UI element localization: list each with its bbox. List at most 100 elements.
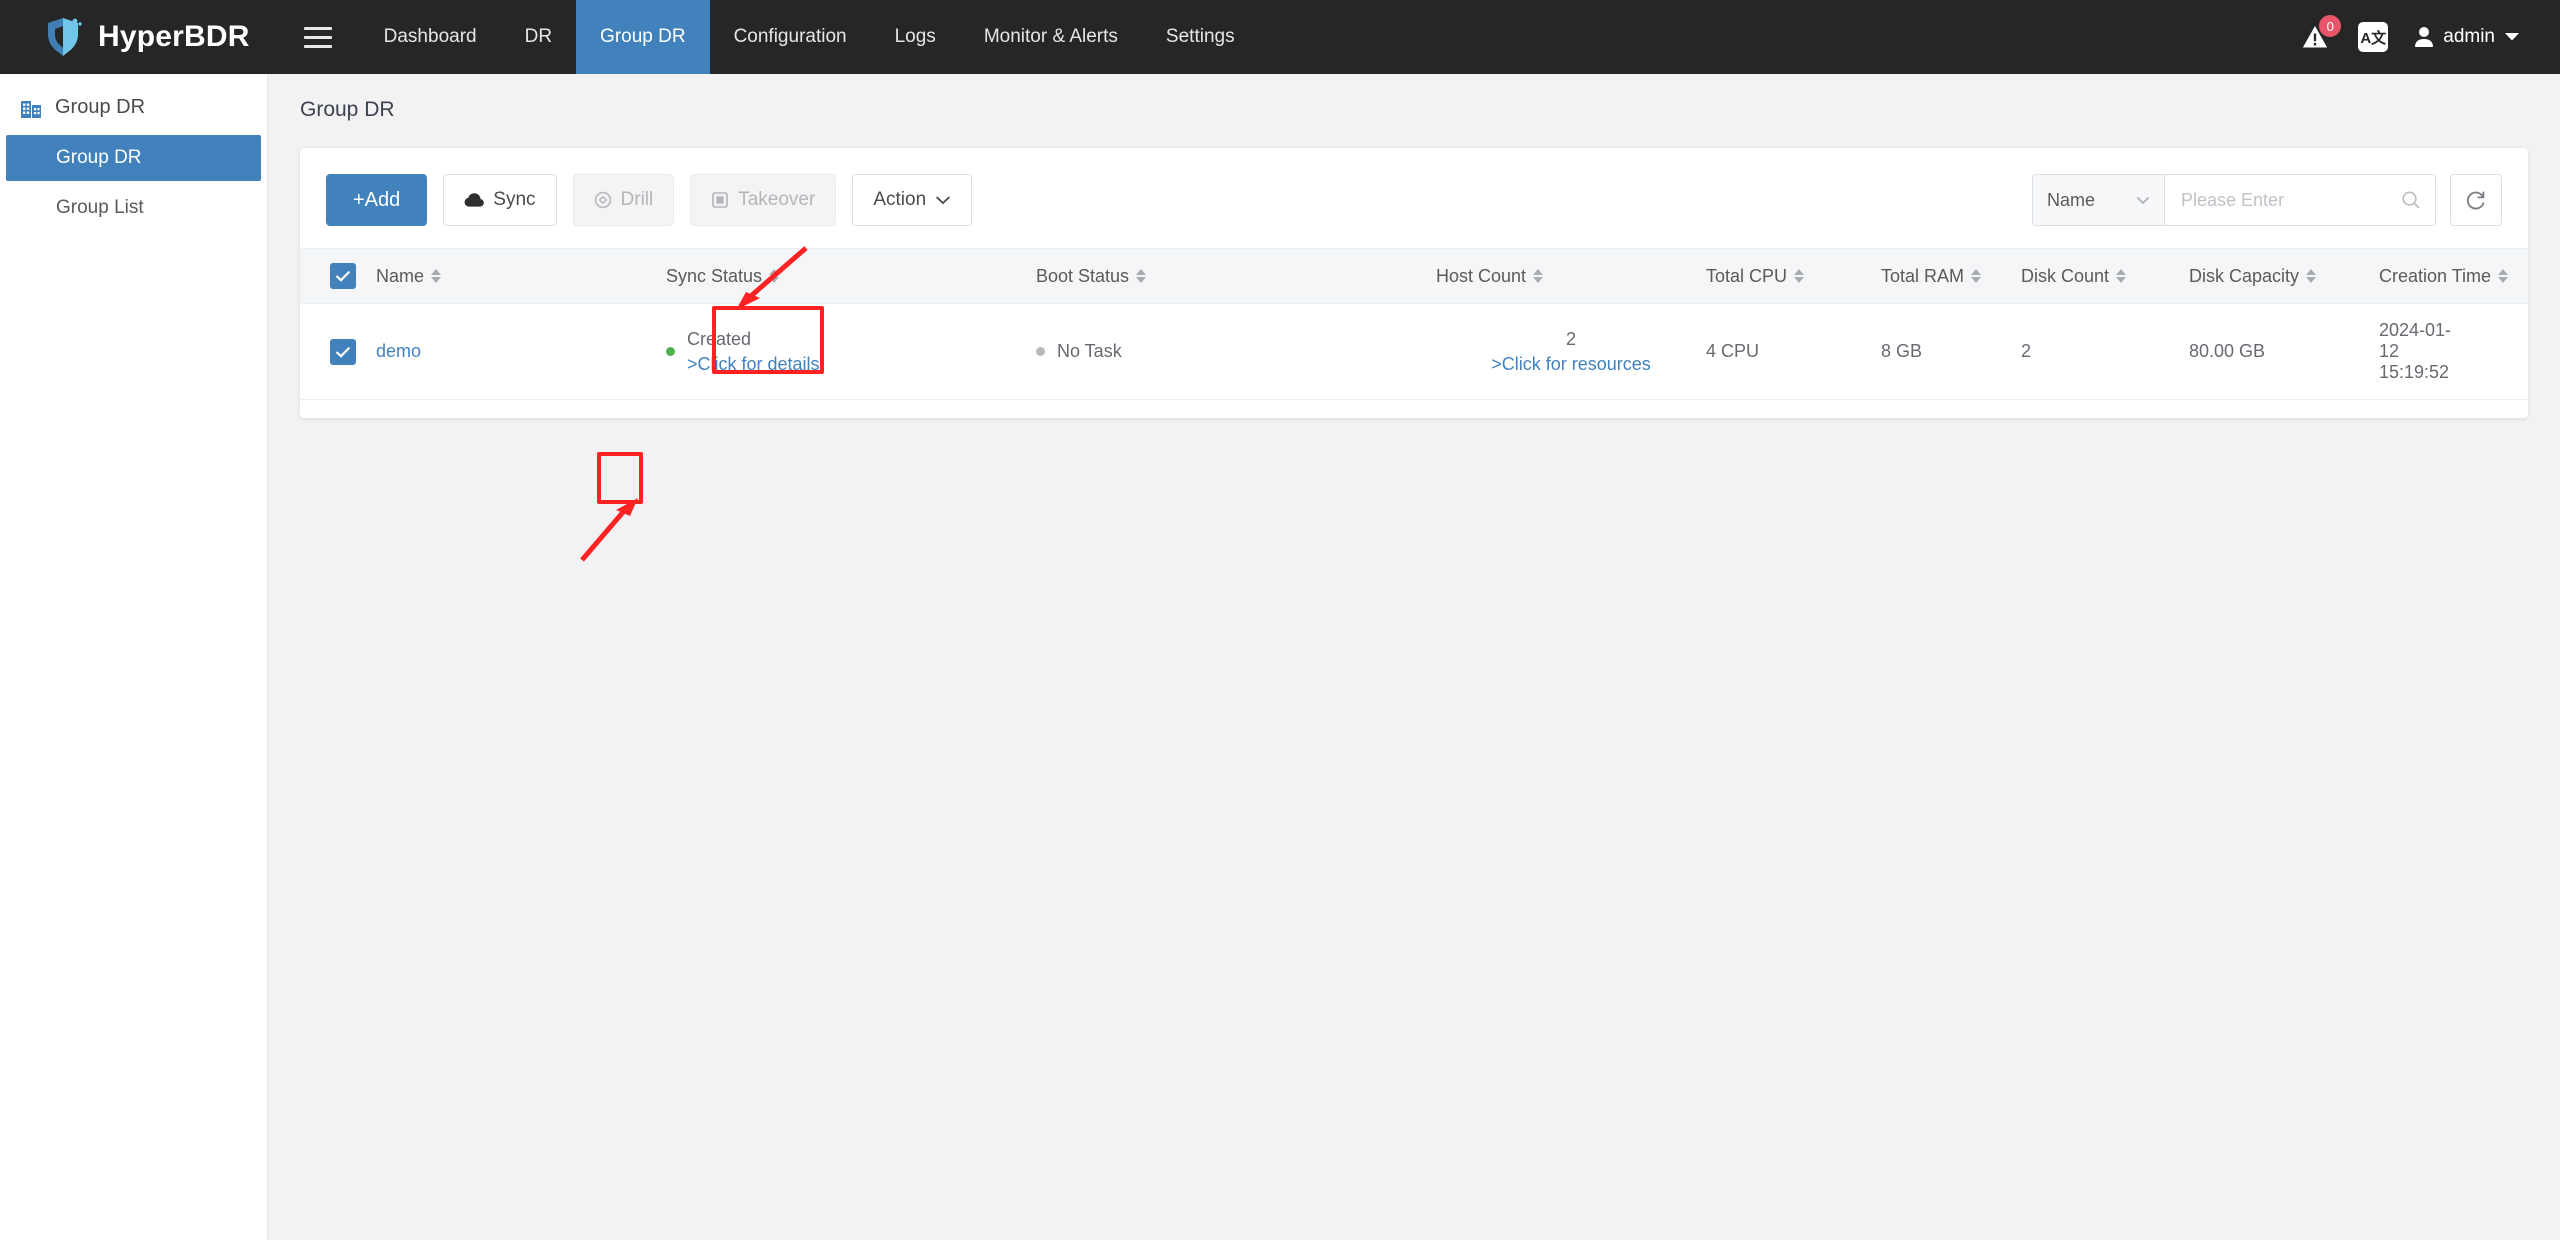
building-icon bbox=[21, 100, 41, 118]
column-label: Total RAM bbox=[1881, 265, 1965, 286]
sort-icon[interactable] bbox=[1136, 269, 1147, 283]
sort-icon[interactable] bbox=[1533, 269, 1544, 283]
column-header-host-count[interactable]: Host Count bbox=[1436, 248, 1706, 304]
language-switch-icon[interactable]: A文 bbox=[2358, 22, 2389, 52]
column-header-total-cpu[interactable]: Total CPU bbox=[1706, 248, 1881, 304]
column-header-boot-status[interactable]: Boot Status bbox=[1036, 248, 1436, 304]
drill-button[interactable]: Drill bbox=[572, 174, 675, 226]
sort-icon[interactable] bbox=[769, 269, 780, 283]
sync-button-label: Sync bbox=[493, 189, 536, 210]
nav-item-group-dr[interactable]: Group DR bbox=[576, 0, 710, 74]
select-all-header bbox=[300, 248, 376, 304]
sync-button[interactable]: Sync bbox=[443, 174, 557, 226]
user-name: admin bbox=[2443, 26, 2495, 47]
sort-icon[interactable] bbox=[1971, 269, 1982, 283]
column-label: Creation Time bbox=[2379, 265, 2492, 286]
cell-spacer bbox=[2453, 303, 2528, 400]
takeover-button[interactable]: Takeover bbox=[690, 174, 837, 226]
page-body: Group DR Group DR Group List Group DR +A… bbox=[0, 74, 2560, 1240]
column-label: Boot Status bbox=[1036, 265, 1130, 286]
sidebar: Group DR Group DR Group List bbox=[0, 74, 268, 1240]
table-row[interactable]: demo Created >Click for details No Task … bbox=[300, 303, 2528, 400]
nav-right-actions: 0 A文 admin bbox=[2298, 0, 2560, 74]
column-label: Host Count bbox=[1436, 265, 1527, 286]
alerts-button[interactable]: 0 bbox=[2298, 15, 2342, 54]
add-button[interactable]: +Add bbox=[326, 174, 428, 226]
cell-total-ram: 8 GB bbox=[1881, 303, 2021, 400]
sort-icon[interactable] bbox=[1794, 269, 1805, 283]
column-label: Sync Status bbox=[666, 265, 763, 286]
column-header-creation-time[interactable]: Creation Time bbox=[2379, 248, 2509, 304]
sidebar-item-group-dr[interactable]: Group DR bbox=[6, 135, 261, 181]
content-card: +Add Sync Drill Takeover Action Name Ple… bbox=[300, 148, 2528, 562]
brand-logo-area[interactable]: HyperBDR bbox=[0, 0, 276, 74]
search-controls: Name bbox=[2032, 174, 2502, 226]
column-label: Disk Count bbox=[2021, 265, 2110, 286]
table-header-row: Name Sync Status Boot Status Host Count bbox=[300, 248, 2528, 304]
nav-item-settings[interactable]: Settings bbox=[1142, 0, 1259, 74]
row-select-cell bbox=[300, 303, 376, 400]
cell-total-cpu: 4 CPU bbox=[1706, 303, 1881, 400]
takeover-icon bbox=[712, 192, 729, 208]
column-header-disk-count[interactable]: Disk Count bbox=[2021, 248, 2189, 304]
alerts-count-badge: 0 bbox=[2319, 15, 2342, 37]
nav-item-monitor-alerts[interactable]: Monitor & Alerts bbox=[960, 0, 1142, 74]
sort-icon[interactable] bbox=[2306, 269, 2317, 283]
column-label: Disk Capacity bbox=[2189, 265, 2300, 286]
nav-item-logs[interactable]: Logs bbox=[871, 0, 960, 74]
sort-icon[interactable] bbox=[431, 269, 442, 283]
cell-disk-capacity: 80.00 GB bbox=[2189, 303, 2379, 400]
select-all-checkbox[interactable] bbox=[330, 263, 356, 289]
cell-boot-status: No Task bbox=[1036, 303, 1436, 400]
chevron-down-icon bbox=[936, 196, 951, 205]
column-header-name[interactable]: Name bbox=[376, 248, 666, 304]
nav-item-configuration[interactable]: Configuration bbox=[710, 0, 871, 74]
hyperbdr-shield-logo-icon bbox=[44, 16, 84, 58]
sidebar-section-title: Group DR bbox=[55, 96, 146, 118]
main-content: Group DR +Add Sync Drill Takeover Action… bbox=[268, 74, 2560, 1240]
nav-links: Dashboard DR Group DR Configuration Logs… bbox=[360, 0, 1259, 74]
hamburger-line bbox=[303, 44, 332, 48]
app-root: HyperBDR Dashboard DR Group DR Configura… bbox=[0, 0, 2560, 1240]
annotation-highlight-row-checkbox bbox=[597, 452, 643, 504]
nav-item-dashboard[interactable]: Dashboard bbox=[360, 0, 501, 74]
sync-status-details-link[interactable]: >Click for details bbox=[687, 354, 820, 375]
column-header-total-ram[interactable]: Total RAM bbox=[1881, 248, 2021, 304]
boot-status-dot bbox=[1036, 347, 1045, 356]
sync-status-dot bbox=[666, 347, 675, 356]
nav-item-dr[interactable]: DR bbox=[501, 0, 576, 74]
search-icon bbox=[2402, 191, 2420, 209]
column-header-sync-status[interactable]: Sync Status bbox=[666, 248, 1036, 304]
hamburger-line bbox=[303, 26, 332, 30]
search-field-select[interactable]: Name bbox=[2032, 174, 2164, 226]
group-name-link[interactable]: demo bbox=[376, 341, 421, 361]
column-header-disk-capacity[interactable]: Disk Capacity bbox=[2189, 248, 2379, 304]
page-title: Group DR bbox=[300, 98, 395, 121]
takeover-button-label: Takeover bbox=[738, 189, 816, 210]
sync-status-text: Created bbox=[687, 328, 752, 349]
action-button-label: Action bbox=[873, 189, 927, 210]
refresh-button[interactable] bbox=[2450, 174, 2502, 226]
chevron-down-icon bbox=[2136, 196, 2150, 204]
column-label: Name bbox=[376, 265, 425, 286]
brand-name: HyperBDR bbox=[98, 20, 250, 53]
cell-name: demo bbox=[376, 303, 666, 400]
cell-creation-time: 2024-01-12 15:19:52 bbox=[2379, 303, 2454, 400]
group-dr-table: Name Sync Status Boot Status Host Count bbox=[300, 248, 2528, 400]
hamburger-menu-icon[interactable] bbox=[276, 0, 360, 74]
sort-icon[interactable] bbox=[2116, 269, 2127, 283]
row-checkbox[interactable] bbox=[330, 338, 356, 365]
host-count-value: 2 bbox=[1565, 328, 1576, 349]
search-input-wrapper[interactable] bbox=[2164, 174, 2436, 226]
table-toolbar: +Add Sync Drill Takeover Action Name Ple… bbox=[300, 148, 2528, 248]
sort-icon[interactable] bbox=[2498, 269, 2509, 283]
top-navigation-bar: HyperBDR Dashboard DR Group DR Configura… bbox=[0, 0, 2560, 74]
sidebar-item-group-list[interactable]: Group List bbox=[6, 185, 261, 231]
drill-icon bbox=[594, 191, 611, 209]
action-dropdown-button[interactable]: Action bbox=[852, 174, 973, 226]
host-resources-link[interactable]: >Click for resources bbox=[1436, 354, 1706, 375]
search-input[interactable] bbox=[2181, 189, 2391, 211]
hamburger-line bbox=[303, 35, 332, 39]
user-menu[interactable]: admin bbox=[2414, 26, 2520, 48]
cell-host-count: 2 >Click for resources bbox=[1436, 303, 1706, 400]
